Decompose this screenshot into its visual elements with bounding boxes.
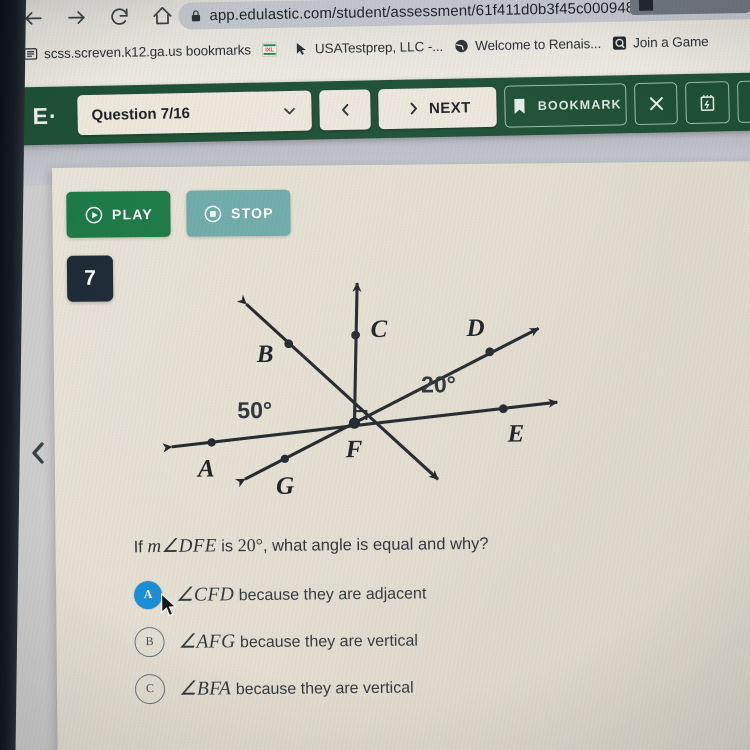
svg-text:F: F (345, 436, 363, 463)
bookmark-item[interactable]: scss.screven.k12.ga.us bookmarks (23, 42, 251, 61)
svg-text:G: G (276, 473, 294, 500)
svg-text:C: C (370, 316, 387, 343)
stop-button[interactable]: STOP (186, 189, 291, 237)
forward-arrow-icon[interactable] (65, 6, 87, 28)
svg-text:IXL: IXL (265, 47, 274, 53)
notepad-button[interactable] (685, 81, 730, 125)
question-card: PLAY STOP 7 A B C D E F G 50° 20° If m∠D… (52, 161, 750, 750)
chevron-down-icon (282, 103, 298, 119)
svg-text:E: E (506, 420, 524, 447)
option-a-reason: because they are adjacent (238, 584, 427, 604)
stem-prefix: If (133, 538, 143, 557)
svg-text:A: A (196, 455, 215, 482)
option-b-label: ∠AFG because they are vertical (178, 627, 418, 653)
svg-text:D: D (465, 315, 484, 342)
bookmark-item[interactable]: Welcome to Renais... (454, 35, 601, 53)
answer-option-c[interactable]: C ∠BFA because they are vertical (134, 659, 750, 712)
monitor-bezel (0, 0, 26, 750)
bookmark-label: USATestprep, LLC -... (314, 38, 444, 56)
close-button[interactable] (634, 82, 679, 126)
question-selector-label: Question 7/16 (91, 104, 191, 124)
svg-text:B: B (256, 341, 274, 368)
answer-option-a[interactable]: A ∠CFD because they are adjacent (133, 565, 750, 618)
next-question-button[interactable]: NEXT (378, 86, 498, 130)
option-c-reason: because they are vertical (235, 679, 414, 698)
stop-button-label: STOP (231, 204, 274, 222)
bookmark-label: Welcome to Renais... (474, 35, 602, 53)
bookmarks-bar: scss.screven.k12.ga.us bookmarks IXL USA… (23, 27, 750, 67)
stop-circle-icon (203, 204, 222, 223)
play-button-label: PLAY (111, 206, 153, 223)
stem-angle-value: 20° (237, 534, 263, 556)
bookmark-button-label: BOOKMARK (537, 97, 622, 114)
option-c-radio[interactable]: C (134, 673, 166, 704)
globe-icon (454, 38, 469, 53)
collapse-panel-button[interactable] (28, 440, 50, 466)
option-b-angle: ∠AFG (178, 630, 236, 653)
stem-math-expression: m∠DFE (147, 535, 217, 558)
bookmark-item[interactable]: USATestprep, LLC -... (294, 38, 443, 56)
question-number-badge: 7 (66, 255, 114, 302)
play-circle-icon (84, 205, 103, 224)
question-selector-dropdown[interactable]: Question 7/16 (77, 90, 313, 136)
play-button[interactable]: PLAY (66, 190, 171, 238)
bookmark-button[interactable]: BOOKMARK (504, 83, 628, 128)
bookmark-fragment-icon (638, 0, 654, 11)
bookmark-item[interactable]: IXL (262, 41, 283, 57)
cursor-icon (294, 41, 309, 56)
option-c-label: ∠BFA because they are vertical (179, 674, 414, 700)
stem-suffix: , what angle is equal and why? (262, 534, 489, 555)
quizizz-icon (612, 35, 627, 50)
text-to-speech-controls: PLAY STOP (66, 189, 291, 238)
stem-middle: is (221, 537, 234, 556)
option-b-reason: because they are vertical (239, 632, 418, 651)
bookmark-label: Join a Game (633, 33, 709, 50)
home-icon[interactable] (151, 5, 173, 27)
edulastic-logo: E· (32, 102, 58, 129)
reload-icon[interactable] (108, 6, 130, 28)
svg-text:20°: 20° (421, 371, 456, 397)
svg-text:50°: 50° (237, 397, 272, 423)
photographed-screen: app.edulastic.com/student/assessment/61f… (0, 0, 750, 750)
lock-icon (190, 9, 201, 22)
option-c-angle: ∠BFA (178, 677, 232, 700)
question-stem: If m∠DFE is 20°, what angle is equal and… (134, 529, 734, 558)
answer-option-b[interactable]: B ∠AFG because they are vertical (134, 612, 750, 665)
notepad-icon (697, 92, 717, 112)
chevron-right-icon (405, 100, 421, 116)
answer-options-list: A ∠CFD because they are adjacent B ∠AFG … (133, 565, 750, 712)
ixl-icon: IXL (262, 41, 277, 57)
option-b-radio[interactable]: B (134, 626, 165, 657)
bookmark-item[interactable]: Join a Game (612, 34, 709, 51)
close-x-icon (646, 93, 666, 113)
option-a-radio[interactable]: A (133, 580, 163, 609)
option-a-label: ∠CFD because they are adjacent (176, 580, 426, 606)
previous-question-button[interactable] (319, 89, 372, 131)
browser-nav-controls (22, 5, 173, 30)
top-right-cut-off-widget (629, 0, 750, 16)
bookmark-icon (510, 96, 530, 116)
geometry-diagram: A B C D E F G 50° 20° (148, 263, 580, 517)
next-button-label: NEXT (428, 98, 471, 117)
search-button[interactable] (736, 80, 750, 124)
chevron-left-icon (337, 102, 353, 118)
mouse-pointer-icon (160, 592, 177, 618)
bookmark-label: scss.screven.k12.ga.us bookmarks (43, 41, 252, 61)
option-a-angle: ∠CFD (176, 583, 235, 606)
